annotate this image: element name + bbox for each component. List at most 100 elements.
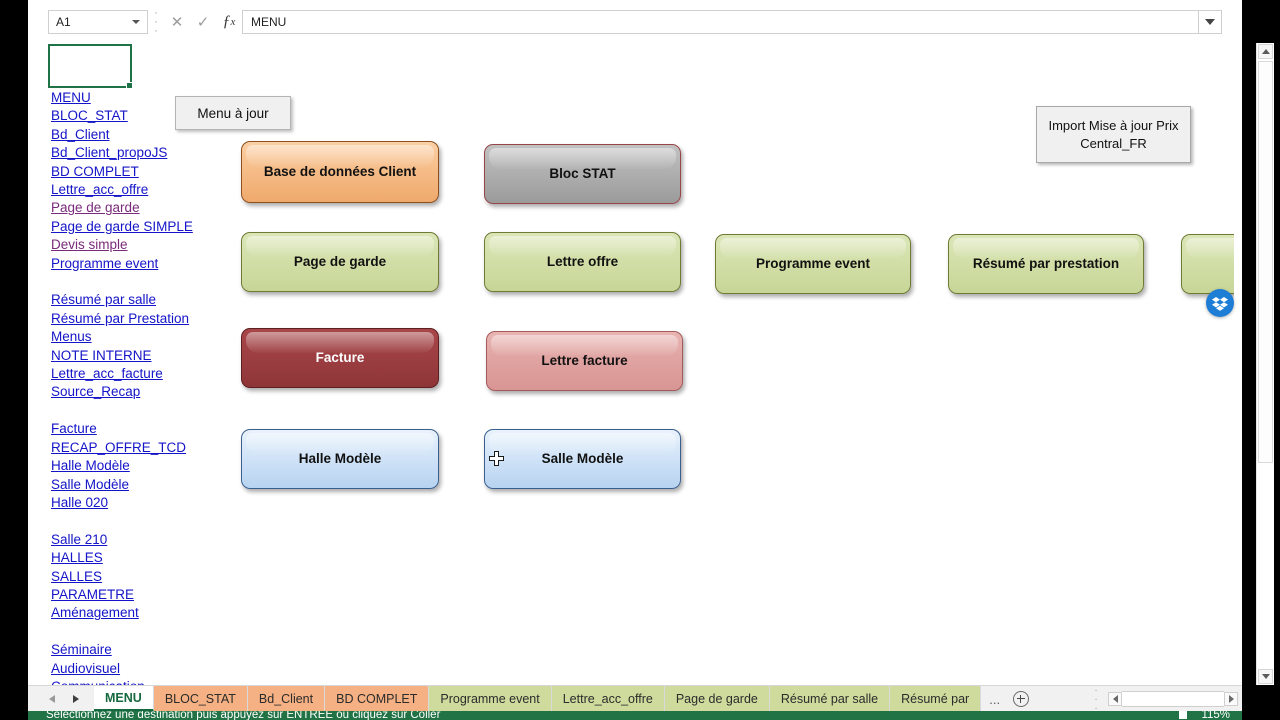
dropbox-icon[interactable] bbox=[1206, 289, 1234, 317]
sheet-tab-r-sum-par[interactable]: Résumé par bbox=[890, 686, 982, 712]
hyperlink-source-recap[interactable]: Source_Recap bbox=[51, 383, 251, 401]
sheet-tab-menu[interactable]: MENU bbox=[94, 686, 154, 712]
sheet-tab-programme-event[interactable]: Programme event bbox=[429, 686, 552, 712]
arrow-right-icon[interactable] bbox=[64, 687, 88, 711]
scroll-right-icon[interactable] bbox=[1224, 692, 1238, 706]
hyperlink-r-sum-par-prestation[interactable]: Résumé par Prestation bbox=[51, 310, 251, 328]
close-icon[interactable]: ✕ bbox=[164, 11, 190, 33]
shape-button-lettre-offre[interactable]: Lettre offre bbox=[484, 232, 681, 292]
shape-button-label: Salle Modèle bbox=[541, 450, 624, 466]
formula-input[interactable]: MENU bbox=[242, 9, 1198, 34]
shape-button-salle-mod-le[interactable]: Salle Modèle bbox=[484, 429, 681, 489]
hyperlink-lettre-acc-offre[interactable]: Lettre_acc_offre bbox=[51, 181, 251, 199]
tab-bar-right: · · · bbox=[1088, 684, 1242, 714]
shape-button-r-sum-par-prestation[interactable]: Résumé par prestation bbox=[948, 234, 1144, 294]
menu-a-jour-button[interactable]: Menu à jour bbox=[175, 96, 291, 130]
import-prix-central-button[interactable]: Import Mise à jour Prix Central_FR bbox=[1036, 106, 1191, 163]
sheet-tab-bd-client[interactable]: Bd_Client bbox=[247, 686, 326, 712]
expand-formula-bar-button[interactable] bbox=[1198, 9, 1222, 34]
selected-cell-a1[interactable] bbox=[48, 44, 133, 89]
import-prix-central-label: Import Mise à jour Prix Central_FR bbox=[1048, 117, 1179, 151]
formula-bar-grip: · · · bbox=[154, 6, 158, 37]
shape-button-label: Halle Modèle bbox=[298, 450, 382, 466]
view-normal-icon[interactable] bbox=[1179, 711, 1188, 719]
scroll-down-icon[interactable] bbox=[1258, 669, 1273, 684]
hyperlink-devis-simple[interactable]: Devis simple bbox=[51, 236, 251, 254]
vertical-scroll-thumb[interactable] bbox=[1258, 61, 1273, 463]
hyperlink-halle-020[interactable]: Halle 020 bbox=[51, 494, 251, 512]
add-sheet-icon[interactable] bbox=[1008, 686, 1034, 712]
hyperlink-bd-complet[interactable]: BD COMPLET bbox=[51, 163, 251, 181]
vertical-scrollbar[interactable] bbox=[1256, 43, 1274, 685]
hyperlink-audiovisuel[interactable]: Audiovisuel bbox=[51, 660, 251, 678]
shape-button-label: Lettre offre bbox=[546, 253, 619, 269]
shape-button-facture[interactable]: Facture bbox=[241, 328, 439, 388]
hyperlink-halles[interactable]: HALLES bbox=[51, 549, 251, 567]
hyperlink-parametre[interactable]: PARAMETRE bbox=[51, 586, 251, 604]
cross-cursor-icon bbox=[489, 451, 504, 466]
excel-window: A1 · · · ✕ ✓ ƒx MENU MENU BLOC_STAT Bd_Clien… bbox=[0, 0, 1280, 720]
hyperlink-facture[interactable]: Facture bbox=[51, 420, 251, 438]
hyperlink-recap-offre-tcd[interactable]: RECAP_OFFRE_TCD bbox=[51, 439, 251, 457]
check-icon[interactable]: ✓ bbox=[190, 11, 216, 33]
hyperlink-lettre-acc-facture[interactable]: Lettre_acc_facture bbox=[51, 365, 251, 383]
formula-bar: A1 · · · ✕ ✓ ƒx MENU bbox=[28, 0, 1242, 44]
hyperlink-page-de-garde[interactable]: Page de garde bbox=[51, 199, 251, 217]
shape-button-label: Facture bbox=[315, 349, 365, 365]
horizontal-scroll-grip: · · · bbox=[1094, 684, 1098, 714]
sheet-tab-lettre-acc-offre[interactable]: Lettre_acc_offre bbox=[551, 686, 665, 712]
shape-button-page-de-garde[interactable]: Page de garde bbox=[241, 232, 439, 292]
hyperlink-salle-mod-le[interactable]: Salle Modèle bbox=[51, 476, 251, 494]
fx-icon[interactable]: ƒx bbox=[216, 11, 242, 33]
hyperlink-halle-mod-le[interactable]: Halle Modèle bbox=[51, 457, 251, 475]
status-bar: Sélectionnez une destination puis appuye… bbox=[28, 711, 1242, 720]
menu-a-jour-label: Menu à jour bbox=[197, 105, 269, 121]
shape-button-base-de-donn-es-client[interactable]: Base de données Client bbox=[241, 141, 439, 203]
hyperlink-am-nagement[interactable]: Aménagement bbox=[51, 604, 251, 622]
sheet-tab-r-sum-par-salle[interactable]: Résumé par salle bbox=[769, 686, 891, 712]
horizontal-scroll-track[interactable] bbox=[1122, 691, 1224, 707]
name-box-value: A1 bbox=[56, 14, 71, 29]
arrow-left-icon[interactable] bbox=[40, 687, 64, 711]
horizontal-scrollbar[interactable] bbox=[1108, 691, 1238, 707]
name-box[interactable]: A1 bbox=[48, 9, 148, 34]
status-bar-message: Sélectionnez une destination puis appuye… bbox=[46, 711, 441, 720]
sheet-tab-overflow[interactable]: ... bbox=[981, 686, 1008, 712]
sheet-tab-page-de-garde[interactable]: Page de garde bbox=[664, 686, 770, 712]
sheet-tab-bloc-stat[interactable]: BLOC_STAT bbox=[153, 686, 248, 712]
shape-button-label: Base de données Client bbox=[263, 163, 417, 179]
sheet-tab-bar: MENU BLOC_STAT Bd_Client BD COMPLET Programm… bbox=[28, 684, 1242, 714]
hyperlink-page-de-garde-simple[interactable]: Page de garde SIMPLE bbox=[51, 218, 251, 236]
sheet-tab-bd-complet[interactable]: BD COMPLET bbox=[325, 686, 430, 712]
shape-button-halle-mod-le[interactable]: Halle Modèle bbox=[241, 429, 439, 489]
shape-button-label: Lettre facture bbox=[541, 352, 628, 368]
sheet-tab-navigation bbox=[28, 686, 94, 712]
shape-button-bloc-stat[interactable]: Bloc STAT bbox=[484, 144, 681, 204]
chevron-down-icon[interactable] bbox=[132, 19, 140, 24]
hyperlink-r-sum-par-salle[interactable]: Résumé par salle bbox=[51, 291, 251, 309]
hyperlink-bd-client-propojs[interactable]: Bd_Client_propoJS bbox=[51, 144, 251, 162]
shape-button-unlabeled-6[interactable] bbox=[1181, 234, 1234, 294]
scroll-left-icon[interactable] bbox=[1108, 692, 1122, 706]
hyperlink-communication[interactable]: Communication bbox=[51, 678, 251, 685]
formula-value: MENU bbox=[251, 14, 287, 29]
shape-button-label: Page de garde bbox=[293, 253, 387, 269]
shape-button-label: Programme event bbox=[755, 255, 871, 271]
chevron-down-icon bbox=[1205, 18, 1215, 25]
hyperlink-list: MENU BLOC_STAT Bd_Client Bd_Client_propoJS B… bbox=[51, 89, 251, 685]
fill-handle[interactable] bbox=[126, 82, 133, 89]
zoom-level[interactable]: 115% bbox=[1201, 711, 1230, 720]
sheet-tabs: MENU BLOC_STAT Bd_Client BD COMPLET Programm… bbox=[94, 686, 982, 712]
hyperlink-note-interne[interactable]: NOTE INTERNE bbox=[51, 347, 251, 365]
shape-button-lettre-facture[interactable]: Lettre facture bbox=[486, 331, 683, 391]
grid-area[interactable]: MENU BLOC_STAT Bd_Client Bd_Client_propoJS B… bbox=[48, 43, 1234, 685]
hyperlink-s-minaire[interactable]: Séminaire bbox=[51, 641, 251, 659]
worksheet: MENU BLOC_STAT Bd_Client Bd_Client_propoJS B… bbox=[28, 43, 1242, 685]
hyperlink-salle-210[interactable]: Salle 210 bbox=[51, 531, 251, 549]
hyperlink-menus[interactable]: Menus bbox=[51, 328, 251, 346]
hyperlink-salles[interactable]: SALLES bbox=[51, 568, 251, 586]
shape-button-programme-event[interactable]: Programme event bbox=[715, 234, 911, 294]
hyperlink-programme-event[interactable]: Programme event bbox=[51, 255, 251, 273]
shape-button-label: Bloc STAT bbox=[549, 165, 616, 181]
scroll-up-icon[interactable] bbox=[1258, 44, 1273, 59]
